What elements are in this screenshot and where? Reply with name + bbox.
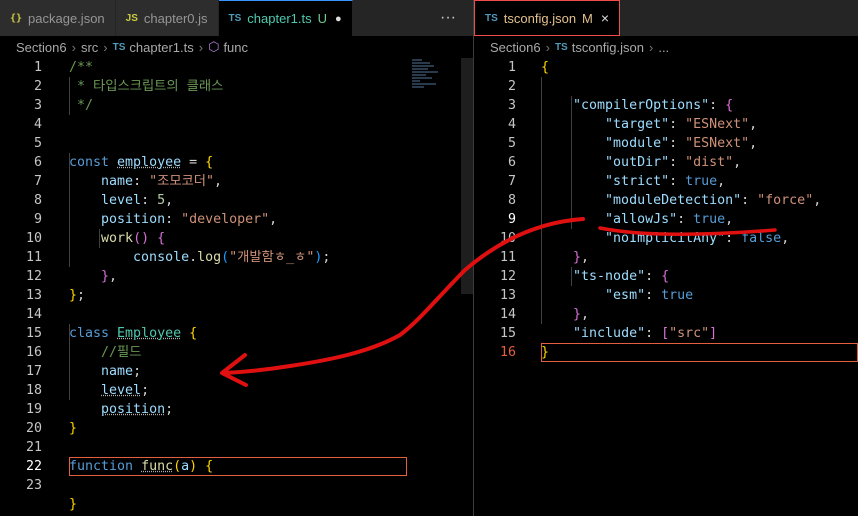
line-number: 20 [25,421,42,436]
line-number: 5 [507,136,516,151]
breadcrumb: Section6 › src › TS chapter1.ts › ⬡ func [0,36,473,58]
breadcrumb: Section6 › TS tsconfig.json › ... [474,36,858,58]
code-editor[interactable]: 1/** 2 * 타입스크립트의 클래스 3 */ 4 5 const empl… [0,58,473,516]
line-number: 10 [499,231,516,246]
code-editor[interactable]: 1{ 2 "compilerOptions": { 3 "target": "E… [474,58,858,516]
tab-chapter1-ts[interactable]: TS chapter1.ts U ● [218,0,353,36]
ts-file-icon: TS [228,13,242,24]
line-number: 11 [499,250,516,265]
line-number: 2 [33,79,42,94]
line-number: 22 [25,459,42,474]
tab-label: tsconfig.json [503,10,577,26]
breadcrumb-section6[interactable]: Section6 [16,40,67,55]
right-editor-pane: TS tsconfig.json M × Section6 › TS tscon… [474,0,858,516]
tab-label: package.json [28,10,105,26]
tab-package-json[interactable]: {} package.json [0,0,116,36]
line-number: 19 [25,402,42,417]
chevron-right-icon: › [103,39,108,55]
minimap[interactable] [412,58,456,118]
left-editor-pane: {} package.json JS chapter0.js TS chapte… [0,0,473,516]
breadcrumb-src[interactable]: src [81,40,98,55]
code-line: { [541,60,550,75]
line-number: 8 [33,193,42,208]
tab-label: chapter1.ts [247,11,312,26]
line-number: 8 [507,193,516,208]
js-file-icon: JS [125,12,138,24]
tab-label: chapter0.js [143,10,208,26]
line-number: 11 [25,250,42,265]
code-line: * 타입스크립트의 클래스 [69,79,224,94]
line-number: 1 [507,60,516,75]
code-line: /** [69,60,94,75]
ts-file-icon: TS [485,12,498,24]
line-number: 3 [507,98,516,113]
line-number: 18 [25,383,42,398]
chevron-right-icon: › [71,39,76,55]
line-number: 9 [507,212,516,227]
line-number: 4 [33,117,42,132]
breadcrumb-section6[interactable]: Section6 [490,40,541,55]
line-number: 4 [507,117,516,132]
tab-tsconfig-json[interactable]: TS tsconfig.json M × [474,0,621,36]
unsaved-dot-icon[interactable]: ● [335,13,342,25]
line-number: 15 [499,326,516,341]
line-number: 9 [33,212,42,227]
right-tab-bar: TS tsconfig.json M × [474,0,858,36]
ts-file-icon: TS [112,41,126,53]
line-number: 1 [33,60,42,75]
ts-file-icon: TS [554,41,568,53]
vertical-scrollbar[interactable] [461,58,473,294]
line-number: 5 [33,136,42,151]
line-number: 13 [25,288,42,303]
tab-chapter0-js[interactable]: JS chapter0.js [115,0,219,36]
chevron-right-icon: › [198,39,204,55]
line-number: 16 [499,345,516,360]
line-number: 23 [25,478,42,493]
line-number: 16 [25,345,42,360]
line-number: 12 [25,269,42,284]
modified-badge: M [582,10,593,26]
breadcrumb-symbol[interactable]: ... [658,40,669,55]
line-number: 10 [25,231,42,246]
line-number: 6 [33,155,42,170]
breadcrumb-file[interactable]: chapter1.ts [129,40,193,55]
close-icon[interactable]: × [601,10,609,26]
line-number: 15 [25,326,42,341]
function-cube-icon: ⬡ [208,39,220,54]
line-number: 2 [507,79,516,94]
line-number: 7 [507,174,516,189]
line-number: 12 [499,269,516,284]
more-actions-icon[interactable]: ··· [423,0,473,36]
json-file-icon: {} [10,12,23,24]
code-line: */ [69,98,94,113]
line-number: 13 [499,288,516,303]
line-number: 21 [25,440,42,455]
line-number: 3 [33,98,42,113]
breadcrumb-symbol[interactable]: func [223,40,248,55]
untracked-badge: U [317,11,327,26]
chevron-right-icon: › [648,39,654,55]
breadcrumb-file[interactable]: tsconfig.json [572,40,644,55]
chevron-right-icon: › [545,39,550,55]
line-number: 14 [499,307,516,322]
code-line: } [69,497,78,512]
left-tab-bar: {} package.json JS chapter0.js TS chapte… [0,0,473,36]
line-number: 6 [507,155,516,170]
line-number: 7 [33,174,42,189]
line-number: 14 [25,307,42,322]
line-number: 17 [25,364,42,379]
